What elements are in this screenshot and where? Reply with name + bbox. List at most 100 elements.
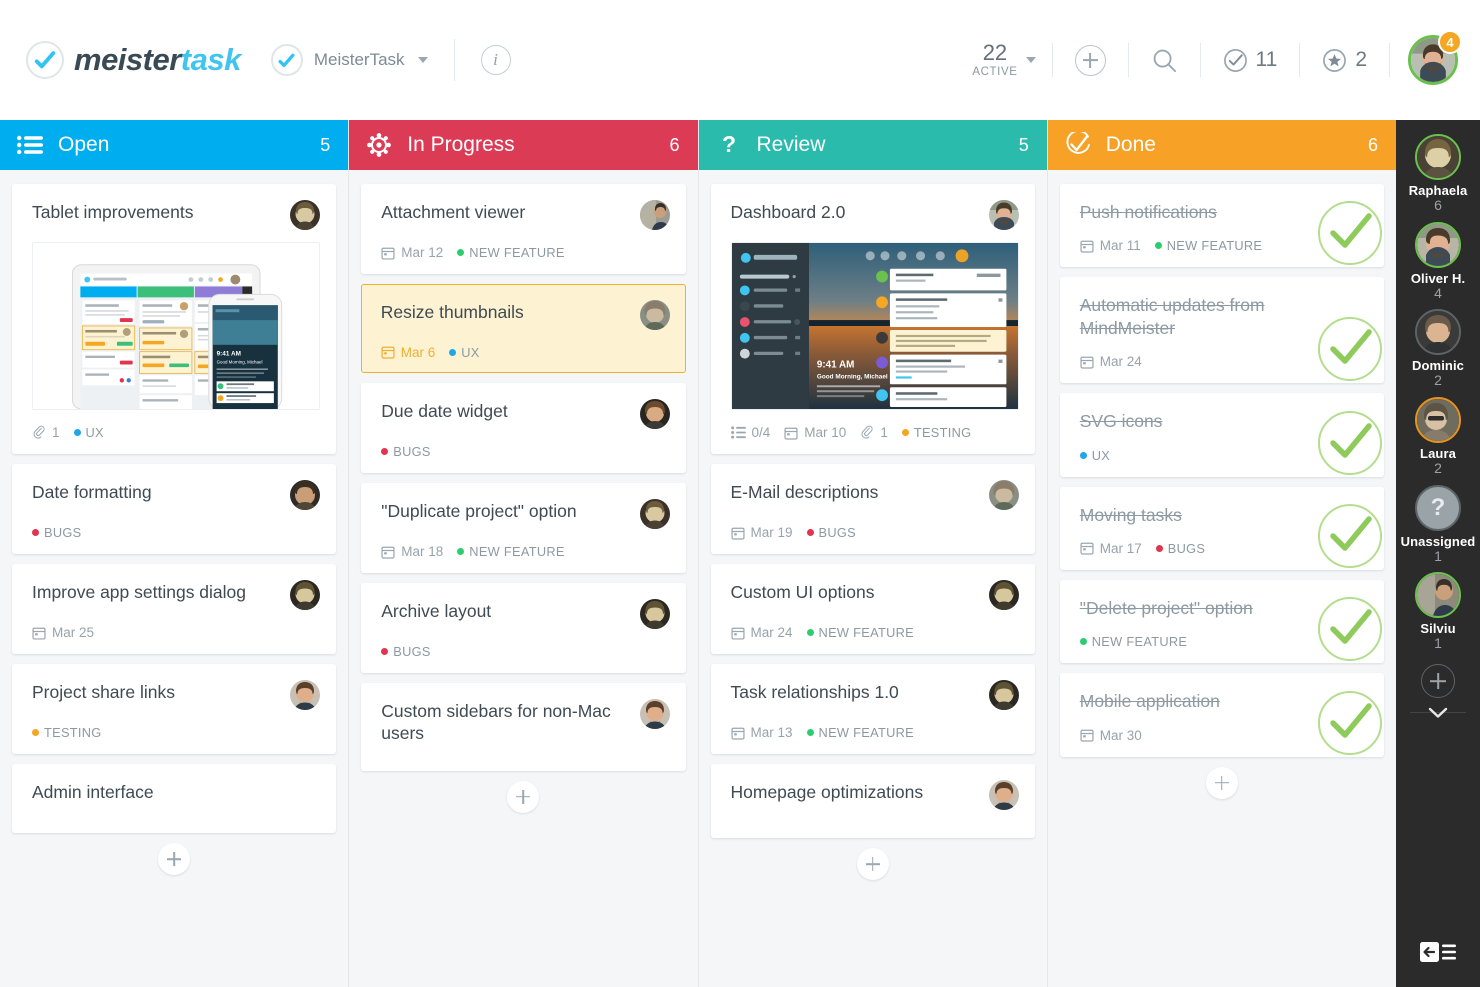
brand-wordmark: meistertask <box>74 42 241 78</box>
card-preview-image[interactable]: 9:41 AM Good Morning, Michael <box>32 242 321 410</box>
notification-badge[interactable]: 4 <box>1438 30 1462 54</box>
card-assignee-avatar[interactable] <box>639 200 670 230</box>
card-assignee-avatar[interactable] <box>639 499 670 529</box>
expand-members-button[interactable] <box>1423 704 1453 722</box>
card-assignee-avatar[interactable] <box>988 680 1019 710</box>
add-member-button[interactable] <box>1421 664 1455 699</box>
task-card-done[interactable]: SVG icons UX <box>1059 393 1384 477</box>
task-card[interactable]: Dashboard 2.0 9:41 AM Good Morning, Mich… <box>710 184 1035 454</box>
card-tag[interactable]: BUGS <box>806 525 856 540</box>
starred-tasks-button[interactable]: 2 <box>1300 48 1389 73</box>
collapse-sidebar-button[interactable] <box>1396 937 1480 967</box>
task-card[interactable]: Project share links TESTING <box>12 664 337 754</box>
card-tag[interactable]: NEW FEATURE <box>457 544 564 559</box>
card-tag[interactable]: UX <box>1079 448 1110 463</box>
card-tag[interactable]: NEW FEATURE <box>1154 238 1262 253</box>
task-card[interactable]: Archive layout BUGS <box>361 583 686 673</box>
tag-dot <box>1154 242 1162 250</box>
card-title: Automatic updates from MindMeister <box>1079 295 1265 338</box>
task-card[interactable]: Custom UI options Mar 24 NEW FEATURE <box>710 564 1035 654</box>
member-avatar <box>1415 397 1461 444</box>
member-oliver-h[interactable]: Oliver H. 4 <box>1411 221 1465 301</box>
tag-label: NEW FEATURE <box>1091 634 1188 650</box>
task-card[interactable]: Custom sidebars for non-Mac users <box>361 683 686 771</box>
task-card[interactable]: Date formatting BUGS <box>12 464 337 554</box>
brand-logo[interactable]: meistertask <box>26 41 241 79</box>
task-card[interactable]: Homepage optimizations <box>710 764 1035 838</box>
card-assignee-avatar[interactable] <box>290 480 321 510</box>
task-card-done[interactable]: Automatic updates from MindMeister Mar 2… <box>1059 277 1384 384</box>
add-card-button-done[interactable] <box>1205 766 1238 799</box>
tag-label: BUGS <box>818 525 856 540</box>
completed-tasks-button[interactable]: 11 <box>1201 48 1300 73</box>
task-card-highlighted[interactable]: Resize thumbnails Mar 6 UX <box>361 284 686 373</box>
card-tag[interactable]: NEW FEATURE <box>457 245 564 260</box>
card-tag[interactable]: UX <box>449 345 479 360</box>
column-header-in-progress[interactable]: In Progress 6 <box>349 120 698 170</box>
member-raphaela[interactable]: Raphaela 6 <box>1409 134 1468 213</box>
tag-label: BUGS <box>1167 540 1206 556</box>
card-tag[interactable]: BUGS <box>381 644 430 659</box>
card-assignee-avatar[interactable] <box>988 200 1019 230</box>
card-assignee-avatar[interactable] <box>639 699 670 729</box>
task-card-done[interactable]: "Delete project" option NEW FEATURE <box>1059 579 1384 664</box>
due-date: Mar 30 <box>1099 727 1142 743</box>
column-header-open[interactable]: Open 5 <box>0 120 349 170</box>
avatar-image <box>1416 311 1459 354</box>
add-card-button-open[interactable] <box>158 843 191 876</box>
column-title: In Progress <box>407 133 515 156</box>
card-tag[interactable]: NEW FEATURE <box>806 625 914 640</box>
task-card-done[interactable]: Moving tasks Mar 17 BUGS <box>1059 486 1384 570</box>
card-assignee-avatar[interactable] <box>639 399 670 429</box>
card-assignee-avatar[interactable] <box>290 580 321 610</box>
column-header-done[interactable]: Done 6 <box>1047 120 1396 170</box>
card-tag[interactable]: BUGS <box>381 444 430 459</box>
card-tag[interactable]: NEW FEATURE <box>1079 634 1188 650</box>
card-assignee-avatar[interactable] <box>988 580 1019 610</box>
info-button[interactable]: i <box>480 45 511 75</box>
member-laura[interactable]: Laura 2 <box>1415 397 1461 476</box>
card-meta: Mar 30 <box>1080 728 1368 743</box>
search-button[interactable] <box>1129 47 1200 74</box>
avatar-image <box>639 399 670 429</box>
card-tag[interactable]: BUGS <box>32 525 81 540</box>
card-assignee-avatar[interactable] <box>640 299 670 330</box>
column-in-progress: In Progress 6 Attachment viewer Mar 12 N… <box>349 120 699 987</box>
card-tag[interactable]: BUGS <box>1155 540 1206 556</box>
task-card-done[interactable]: Push notifications Mar 11 NEW FEATURE <box>1059 184 1384 268</box>
card-preview-image[interactable]: 9:41 AM Good Morning, Michael <box>730 242 1019 410</box>
member-dominic[interactable]: Dominic 2 <box>1412 309 1464 388</box>
task-card[interactable]: "Duplicate project" option Mar 18 NEW FE… <box>361 483 686 573</box>
card-tag[interactable]: TESTING <box>32 725 102 740</box>
column-header-review[interactable]: ? Review 5 <box>698 120 1047 170</box>
project-selector[interactable]: MeisterTask <box>270 44 428 76</box>
member-task-count: 2 <box>1434 460 1442 477</box>
task-card[interactable]: Due date widget BUGS <box>361 383 686 473</box>
member-unassigned[interactable]: ? Unassigned 1 <box>1401 484 1476 564</box>
active-tasks-filter[interactable]: 22 ACTIVE <box>956 42 1051 78</box>
task-card[interactable]: Task relationships 1.0 Mar 13 NEW FEATUR… <box>710 664 1035 754</box>
card-assignee-avatar[interactable] <box>988 780 1019 810</box>
member-silviu[interactable]: Silviu 1 <box>1415 572 1461 651</box>
add-card-button-review[interactable] <box>856 848 889 880</box>
task-card[interactable]: Admin interface <box>12 764 337 834</box>
tag-dot <box>1079 451 1087 459</box>
card-header: Date formatting <box>32 480 321 510</box>
card-tag[interactable]: UX <box>73 425 104 440</box>
card-assignee-avatar[interactable] <box>290 200 321 230</box>
active-caret-down-icon[interactable] <box>1025 57 1036 63</box>
card-assignee-avatar[interactable] <box>639 599 670 629</box>
add-card-button-in-progress[interactable] <box>507 780 540 813</box>
task-card[interactable]: Improve app settings dialog Mar 25 <box>12 564 337 654</box>
card-tag[interactable]: TESTING <box>901 425 972 440</box>
task-card[interactable]: Attachment viewer Mar 12 NEW FEATURE <box>361 184 686 274</box>
task-card[interactable]: E-Mail descriptions Mar 19 BUGS <box>710 464 1035 554</box>
user-avatar-button[interactable]: 4 <box>1408 30 1462 85</box>
add-task-button[interactable] <box>1053 44 1128 76</box>
caret-down-icon[interactable] <box>417 57 428 63</box>
card-assignee-avatar[interactable] <box>988 480 1019 510</box>
card-assignee-avatar[interactable] <box>290 680 321 710</box>
task-card-done[interactable]: Mobile application Mar 30 <box>1059 673 1384 757</box>
card-tag[interactable]: NEW FEATURE <box>806 725 914 740</box>
task-card[interactable]: Tablet improvements 9:41 AM Good Morning… <box>12 184 337 454</box>
